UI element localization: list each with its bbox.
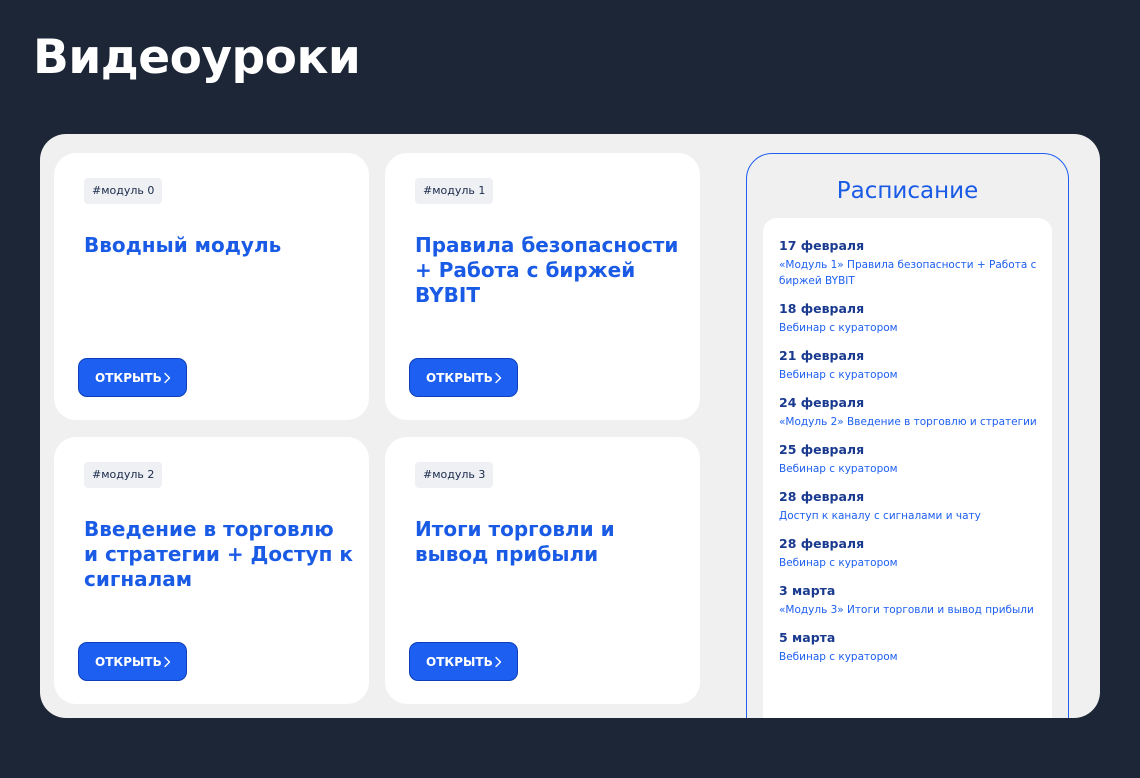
- open-button-label: ОТКРЫТЬ: [95, 370, 162, 385]
- schedule-entry-date: 24 февраля: [779, 395, 865, 410]
- schedule-entry-text: Вебинар с куратором: [779, 322, 898, 334]
- schedule-entry-date: 28 февраля: [779, 536, 865, 551]
- open-button[interactable]: ОТКРЫТЬ: [78, 358, 187, 397]
- schedule-entry: 24 февраля «Модуль 2» Введение в торговл…: [779, 395, 1038, 430]
- content-panel: #модуль 0 Вводный модуль ОТКРЫТЬ #модуль…: [40, 134, 1100, 718]
- schedule-entry-date: 21 февраля: [779, 348, 865, 363]
- open-button-label: ОТКРЫТЬ: [95, 654, 162, 669]
- open-button-label: ОТКРЫТЬ: [426, 654, 493, 669]
- schedule-entry-text: Вебинар с куратором: [779, 369, 898, 381]
- module-tag: #модуль 0: [84, 178, 163, 204]
- module-tag: #модуль 2: [84, 462, 163, 488]
- chevron-right-icon: [495, 656, 502, 668]
- module-tag: #модуль 3: [415, 462, 494, 488]
- schedule-entry: 3 марта «Модуль 3» Итоги торговли и выво…: [779, 583, 1038, 618]
- chevron-right-icon: [164, 372, 171, 384]
- schedule-entry-date: 17 февраля: [779, 238, 865, 253]
- schedule-entry-date: 28 февраля: [779, 489, 865, 504]
- module-card-1: #модуль 1 Правила безопасности + Работа …: [385, 153, 700, 420]
- schedule-entry-date: 5 марта: [779, 630, 836, 645]
- schedule-entry: 5 марта Вебинар с куратором: [779, 630, 1038, 665]
- schedule-entry-text: Вебинар с куратором: [779, 651, 898, 663]
- module-card-3: #модуль 3 Итоги торговли и вывод прибыли…: [385, 437, 700, 704]
- schedule-entry-date: 25 февраля: [779, 442, 865, 457]
- schedule-entry-text: «Модуль 3» Итоги торговли и вывод прибыл…: [779, 604, 1034, 616]
- schedule-panel: Расписание 17 февраля «Модуль 1» Правила…: [746, 153, 1069, 718]
- schedule-entry: 17 февраля «Модуль 1» Правила безопаснос…: [779, 238, 1038, 289]
- module-title: Итоги торговли и вывод прибыли: [415, 517, 615, 566]
- schedule-entry-date: 18 февраля: [779, 301, 865, 316]
- chevron-right-icon: [164, 656, 171, 668]
- module-card-2: #модуль 2 Введение в торговлю и стратеги…: [54, 437, 369, 704]
- schedule-entry-text: «Модуль 2» Введение в торговлю и стратег…: [779, 416, 1037, 428]
- schedule-entry-text: Вебинар с куратором: [779, 463, 898, 475]
- open-button[interactable]: ОТКРЫТЬ: [409, 642, 518, 681]
- module-tag: #модуль 1: [415, 178, 494, 204]
- schedule-entry-text: Доступ к каналу с сигналами и чату: [779, 510, 981, 522]
- schedule-list[interactable]: 17 февраля «Модуль 1» Правила безопаснос…: [763, 218, 1052, 718]
- schedule-entry: 25 февраля Вебинар с куратором: [779, 442, 1038, 477]
- schedule-entry-text: «Модуль 1» Правила безопасности + Работа…: [779, 259, 1037, 287]
- schedule-entry: 18 февраля Вебинар с куратором: [779, 301, 1038, 336]
- open-button-label: ОТКРЫТЬ: [426, 370, 493, 385]
- open-button[interactable]: ОТКРЫТЬ: [78, 642, 187, 681]
- page-title: Видеоуроки: [33, 30, 361, 85]
- schedule-entry-date: 3 марта: [779, 583, 836, 598]
- open-button[interactable]: ОТКРЫТЬ: [409, 358, 518, 397]
- module-title: Введение в торговлю и стратегии + Доступ…: [84, 517, 353, 591]
- module-title: Вводный модуль: [84, 233, 282, 257]
- schedule-entry: 21 февраля Вебинар с куратором: [779, 348, 1038, 383]
- module-title: Правила безопасности + Работа с биржей B…: [415, 233, 679, 307]
- schedule-entry-text: Вебинар с куратором: [779, 557, 898, 569]
- schedule-entry: 28 февраля Доступ к каналу с сигналами и…: [779, 489, 1038, 524]
- schedule-entry: 28 февраля Вебинар с куратором: [779, 536, 1038, 571]
- chevron-right-icon: [495, 372, 502, 384]
- module-card-0: #модуль 0 Вводный модуль ОТКРЫТЬ: [54, 153, 369, 420]
- schedule-title: Расписание: [836, 178, 979, 204]
